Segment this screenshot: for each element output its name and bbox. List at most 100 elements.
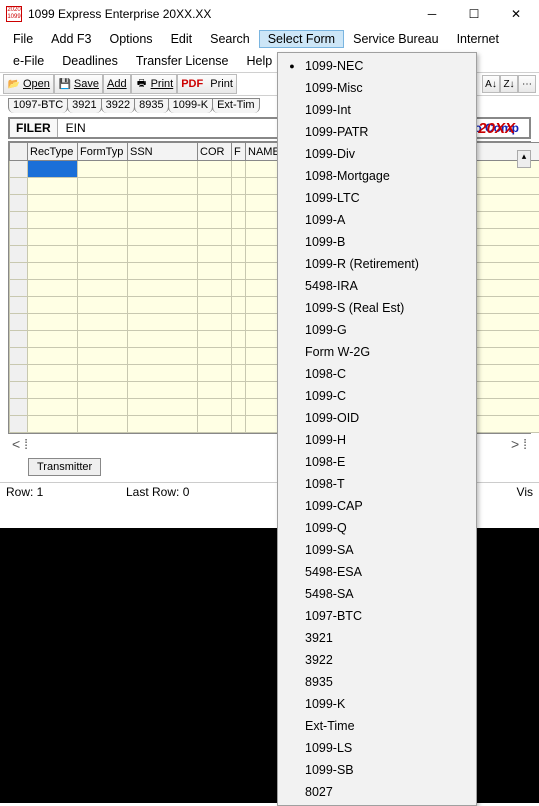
maximize-button[interactable]: ☐ (453, 2, 495, 26)
cell[interactable] (128, 246, 198, 263)
cell[interactable] (232, 399, 246, 416)
dropdown-item[interactable]: 1099-SB (279, 759, 475, 781)
cell[interactable] (128, 399, 198, 416)
cell[interactable] (232, 297, 246, 314)
menu-selectform[interactable]: Select Form (259, 30, 344, 48)
sort-asc-button[interactable]: A↓ (482, 75, 500, 93)
dropdown-item[interactable]: 1099-G (279, 319, 475, 341)
menu-help[interactable]: Help (238, 52, 282, 70)
dropdown-item[interactable]: 1099-C (279, 385, 475, 407)
cell[interactable] (232, 161, 246, 178)
cell[interactable] (232, 178, 246, 195)
cell[interactable] (232, 195, 246, 212)
menu-transferlic[interactable]: Transfer License (127, 52, 238, 70)
menu-efile[interactable]: e-File (4, 52, 53, 70)
dropdown-item[interactable]: 1099-Misc (279, 77, 475, 99)
menu-addf3[interactable]: Add F3 (42, 30, 100, 48)
dropdown-item[interactable]: 1099-S (Real Est) (279, 297, 475, 319)
cell[interactable] (198, 416, 232, 433)
cell[interactable] (198, 280, 232, 297)
cell[interactable] (78, 331, 128, 348)
cell[interactable] (128, 297, 198, 314)
cell[interactable] (78, 399, 128, 416)
cell[interactable] (198, 331, 232, 348)
col-formtyp[interactable]: FormTyp (78, 143, 128, 161)
dropdown-item[interactable]: 1099-B (279, 231, 475, 253)
cell[interactable] (128, 331, 198, 348)
dropdown-item[interactable]: 1099-Div (279, 143, 475, 165)
cell[interactable] (28, 314, 78, 331)
cell[interactable] (128, 280, 198, 297)
tab-3922[interactable]: 3922 (101, 98, 135, 113)
dropdown-item[interactable]: ●1099-NEC (279, 55, 475, 77)
cell[interactable] (198, 161, 232, 178)
cell[interactable] (28, 416, 78, 433)
cell[interactable] (78, 416, 128, 433)
cell[interactable] (78, 178, 128, 195)
cell[interactable] (78, 348, 128, 365)
cell[interactable] (232, 263, 246, 280)
col-rectype[interactable]: RecType (28, 143, 78, 161)
scroll-left-icon[interactable]: < ⁞ (12, 436, 28, 452)
dropdown-item[interactable]: 1099-H (279, 429, 475, 451)
menu-search[interactable]: Search (201, 30, 259, 48)
pdf-print-button[interactable]: PDF Print (177, 74, 237, 94)
cell[interactable] (232, 212, 246, 229)
dropdown-item[interactable]: 1098-Mortgage (279, 165, 475, 187)
dropdown-item[interactable]: 1098-E (279, 451, 475, 473)
cell[interactable] (28, 161, 78, 178)
dropdown-item[interactable]: 5498-SA (279, 583, 475, 605)
cell[interactable] (28, 348, 78, 365)
close-button[interactable]: ✕ (495, 2, 537, 26)
cell[interactable] (28, 399, 78, 416)
cell[interactable] (232, 382, 246, 399)
cell[interactable] (198, 297, 232, 314)
dropdown-item[interactable]: 1099-LTC (279, 187, 475, 209)
cell[interactable] (28, 297, 78, 314)
cell[interactable] (78, 212, 128, 229)
tab-1099k[interactable]: 1099-K (168, 98, 213, 113)
dropdown-item[interactable]: 1099-OID (279, 407, 475, 429)
dropdown-item[interactable]: 1098-T (279, 473, 475, 495)
cell[interactable] (28, 246, 78, 263)
col-ssn[interactable]: SSN (128, 143, 198, 161)
cell[interactable] (28, 212, 78, 229)
cell[interactable] (28, 280, 78, 297)
menu-deadlines[interactable]: Deadlines (53, 52, 127, 70)
cell[interactable] (232, 246, 246, 263)
cell[interactable] (198, 348, 232, 365)
cell[interactable] (78, 246, 128, 263)
cell[interactable] (28, 178, 78, 195)
col-cor[interactable]: COR (198, 143, 232, 161)
cell[interactable] (232, 314, 246, 331)
dropdown-item[interactable]: Form W-2G (279, 341, 475, 363)
dropdown-item[interactable]: 1099-R (Retirement) (279, 253, 475, 275)
cell[interactable] (128, 212, 198, 229)
menu-edit[interactable]: Edit (162, 30, 202, 48)
cell[interactable] (28, 195, 78, 212)
cell[interactable] (78, 365, 128, 382)
transmitter-button[interactable]: Transmitter (28, 458, 101, 476)
cell[interactable] (128, 348, 198, 365)
menu-file[interactable]: File (4, 30, 42, 48)
dropdown-item[interactable]: Ext-Time (279, 715, 475, 737)
cell[interactable] (128, 263, 198, 280)
dropdown-item[interactable]: 1099-A (279, 209, 475, 231)
dropdown-item[interactable]: 1099-Q (279, 517, 475, 539)
cell[interactable] (232, 280, 246, 297)
dropdown-item[interactable]: 1099-LS (279, 737, 475, 759)
tab-exttime[interactable]: Ext-Tim (212, 98, 259, 113)
minimize-button[interactable]: ─ (411, 2, 453, 26)
dropdown-item[interactable]: 5498-ESA (279, 561, 475, 583)
print-button[interactable]: 🖶 Print (131, 74, 178, 94)
cell[interactable] (128, 178, 198, 195)
cell[interactable] (198, 178, 232, 195)
cell[interactable] (232, 416, 246, 433)
dropdown-item[interactable]: 3922 (279, 649, 475, 671)
dropdown-item[interactable]: 1099-SA (279, 539, 475, 561)
cell[interactable] (198, 399, 232, 416)
cell[interactable] (128, 365, 198, 382)
cell[interactable] (78, 263, 128, 280)
filer-label[interactable]: FILER (10, 119, 58, 137)
cell[interactable] (198, 229, 232, 246)
